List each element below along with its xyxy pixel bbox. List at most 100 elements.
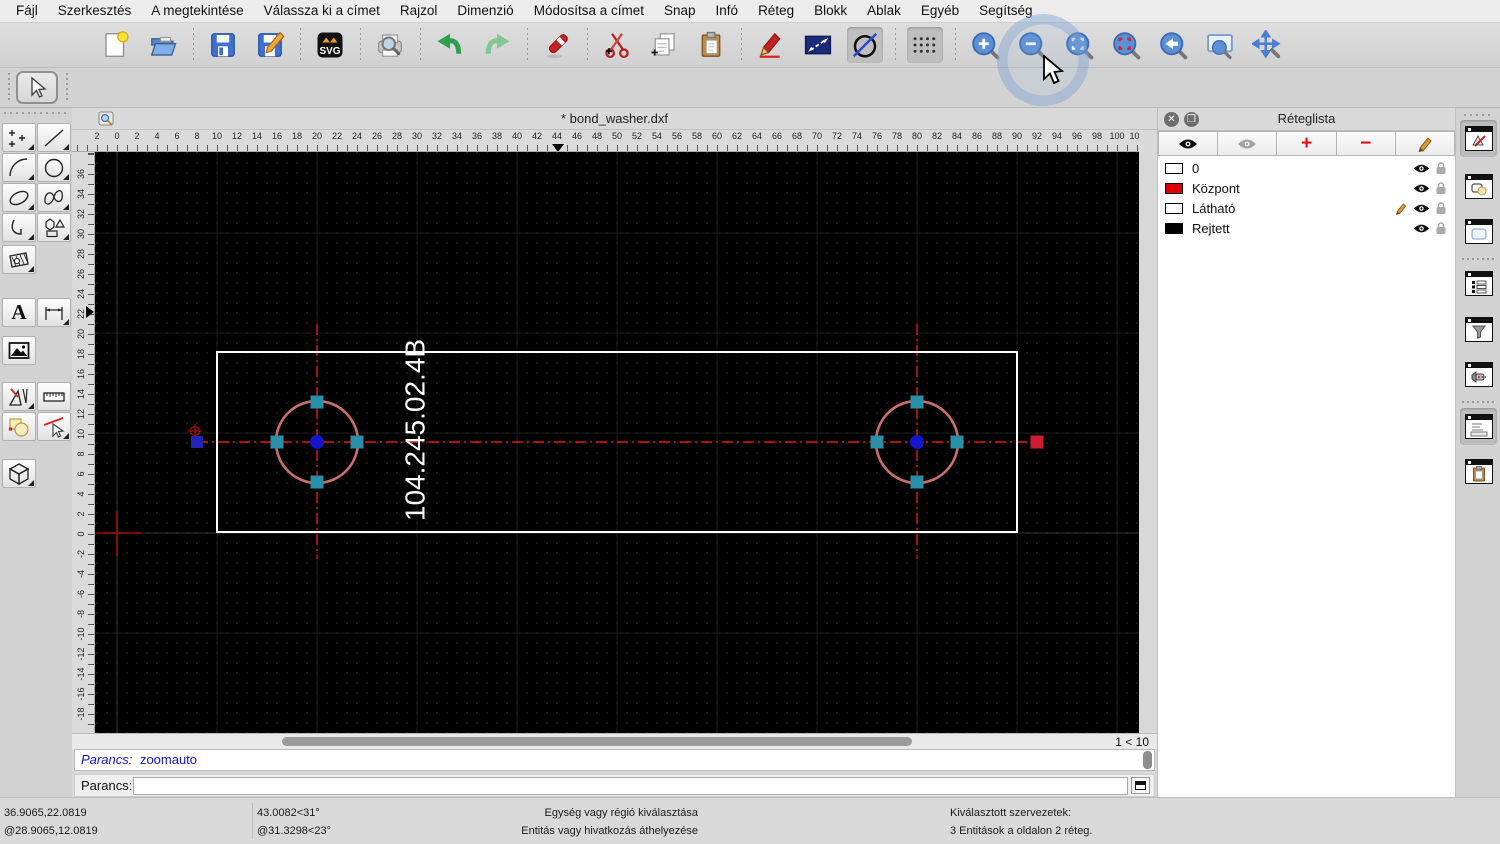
dock-layer-list-button[interactable] <box>1460 120 1497 157</box>
menu-dimenzi-[interactable]: Dimenzió <box>447 0 523 22</box>
menu-a-megtekint-se[interactable]: A megtekintése <box>141 0 253 22</box>
dock-clipboard-button[interactable] <box>1460 453 1497 490</box>
remove-layer-button[interactable]: − <box>1336 131 1396 156</box>
open-button[interactable] <box>145 27 181 63</box>
circle-center-left[interactable] <box>310 435 324 449</box>
zoom-selected-button[interactable] <box>1108 27 1144 63</box>
paste-button[interactable] <box>693 27 729 63</box>
layer-visible-icon[interactable] <box>1413 163 1430 174</box>
layer-lock-icon[interactable] <box>1435 161 1447 175</box>
history-scroll-thumb[interactable] <box>1143 751 1152 769</box>
layer-visible-icon[interactable] <box>1413 203 1430 214</box>
menu-inf-[interactable]: Infó <box>706 0 749 22</box>
measure-tool[interactable] <box>37 382 71 411</box>
menu-r-teg[interactable]: Réteg <box>748 0 804 22</box>
layer-visible-icon[interactable] <box>1413 183 1430 194</box>
menu-szerkeszt-s[interactable]: Szerkesztés <box>48 0 142 22</box>
centerline-endpoint-right[interactable] <box>1030 435 1044 449</box>
zoom-in-button[interactable] <box>967 27 1003 63</box>
save-as-button[interactable] <box>252 27 288 63</box>
line-tool[interactable] <box>37 123 71 152</box>
arc-tool[interactable] <box>2 153 36 182</box>
part-number-label[interactable]: 104.245.02.4B <box>399 339 430 521</box>
delete-button[interactable] <box>539 27 575 63</box>
layer-lock-icon[interactable] <box>1435 221 1447 235</box>
undo-button[interactable] <box>432 27 468 63</box>
circle-tool[interactable] <box>37 153 71 182</box>
edit-entity-button[interactable] <box>753 27 789 63</box>
dock-entity-list-button[interactable] <box>1460 265 1497 302</box>
solid-3d-tool[interactable] <box>2 459 36 488</box>
print-preview-button[interactable] <box>372 27 408 63</box>
command-options-button[interactable] <box>1131 777 1150 794</box>
points-icon <box>9 129 25 147</box>
drawing-title-bar[interactable]: * bond_washer.dxf <box>72 108 1157 130</box>
menu-v-lassza-ki-a-c-met[interactable]: Válassza ki a címet <box>254 0 390 22</box>
trim-tool[interactable] <box>2 412 36 441</box>
zoom-out-button[interactable] <box>1014 27 1050 63</box>
menu-ablak[interactable]: Ablak <box>857 0 911 22</box>
dock-command-line-button[interactable] <box>1460 408 1497 445</box>
menu-rajzol[interactable]: Rajzol <box>390 0 448 22</box>
text-tool[interactable]: A <box>2 298 36 327</box>
layer-row[interactable]: Látható <box>1158 198 1455 218</box>
new-button[interactable] <box>98 27 134 63</box>
horizontal-scrollbar[interactable]: 1 < 10 <box>72 733 1157 749</box>
snap-grid-button[interactable] <box>907 27 943 63</box>
dimension-tool[interactable] <box>37 298 71 327</box>
modify-tool[interactable] <box>2 382 36 411</box>
drawing-canvas[interactable]: 104.245.02.4B <box>95 152 1139 733</box>
polyline-tool[interactable] <box>2 213 36 242</box>
selection-tool-button[interactable] <box>16 71 58 104</box>
spline-tool[interactable] <box>37 183 71 212</box>
palette-grip[interactable] <box>4 112 66 114</box>
menu-egy-b[interactable]: Egyéb <box>911 0 969 22</box>
copy-button[interactable] <box>646 27 682 63</box>
zoom-auto-button[interactable] <box>1061 27 1097 63</box>
dock-strip-grip[interactable] <box>1464 114 1494 116</box>
statusbar-divider <box>252 803 253 839</box>
dock-library-browser-button[interactable] <box>1460 213 1497 250</box>
circle-center-right[interactable] <box>910 435 924 449</box>
edit-layer-button[interactable] <box>1395 131 1456 156</box>
dock-filter-button[interactable] <box>1460 311 1497 348</box>
ellipse-tool[interactable] <box>2 183 36 212</box>
image-tool[interactable] <box>2 336 36 365</box>
save-button[interactable] <box>205 27 241 63</box>
layer-row[interactable]: Rejtett <box>1158 218 1455 238</box>
menu-blokk[interactable]: Blokk <box>804 0 857 22</box>
menu-m-dos-tsa-a-c-met[interactable]: Módosítsa a címet <box>524 0 654 22</box>
coords-relative: @28.9065,12.0819 <box>4 825 98 837</box>
dock-inspector-button[interactable] <box>1460 356 1497 393</box>
add-layer-button[interactable]: + <box>1277 131 1337 156</box>
zoom-previous-button[interactable] <box>1155 27 1191 63</box>
delete-select-tool[interactable] <box>37 412 71 441</box>
layer-lock-icon[interactable] <box>1435 181 1447 195</box>
command-input[interactable] <box>133 777 1128 795</box>
dock-block-list-button[interactable] <box>1460 168 1497 205</box>
hatch-tool[interactable] <box>2 245 36 274</box>
points-tool[interactable] <box>2 123 36 152</box>
right-dock-strip <box>1455 108 1500 797</box>
show-all-layers-button[interactable] <box>1158 131 1219 156</box>
hscroll-thumb[interactable] <box>282 737 912 746</box>
layer-visible-icon[interactable] <box>1413 223 1430 234</box>
hide-all-layers-button[interactable] <box>1218 131 1278 156</box>
centerline-endpoint-left[interactable] <box>191 436 203 448</box>
hruler-cursor-marker <box>552 144 564 151</box>
menu-f-jl[interactable]: Fájl <box>6 0 48 22</box>
layer-row[interactable]: 0 <box>1158 158 1455 178</box>
export-svg-button[interactable]: SVG <box>312 27 348 63</box>
redo-button[interactable] <box>479 27 515 63</box>
menu-seg-ts-g[interactable]: Segítség <box>969 0 1042 22</box>
zoom-window-button[interactable] <box>1202 27 1238 63</box>
menu-snap[interactable]: Snap <box>654 0 706 22</box>
layer-row[interactable]: Központ <box>1158 178 1455 198</box>
draft-mode-button[interactable] <box>847 27 883 63</box>
dimension-box-button[interactable] <box>800 27 836 63</box>
cut-button[interactable] <box>599 27 635 63</box>
layer-lock-icon[interactable] <box>1435 201 1447 215</box>
polygon-tool[interactable] <box>37 213 71 242</box>
save-as-icon <box>258 31 285 57</box>
pan-button[interactable] <box>1249 27 1285 63</box>
